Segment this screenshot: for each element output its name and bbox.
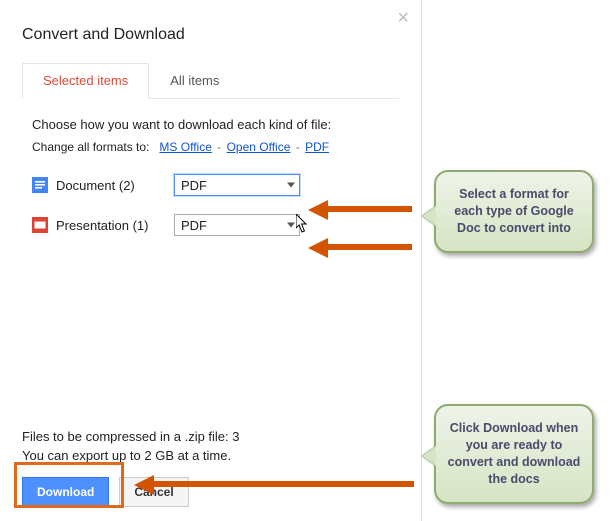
download-button[interactable]: Download <box>22 477 109 507</box>
quick-format-open-office[interactable]: Open Office <box>227 140 291 154</box>
filetype-row-presentation: Presentation (1) PDF <box>32 212 399 238</box>
dialog-footer: Files to be compressed in a .zip file: 3… <box>22 425 399 507</box>
annotation-callout-format: Select a format for each type of Google … <box>434 170 594 253</box>
format-select-value: PDF <box>181 178 207 193</box>
callout-tail-icon <box>422 446 436 466</box>
format-select-presentation[interactable]: PDF <box>174 214 300 236</box>
annotation-callout-download: Click Download when you are ready to con… <box>434 404 594 504</box>
convert-download-dialog: × Convert and Download Selected items Al… <box>0 0 422 521</box>
presentation-icon <box>32 217 48 233</box>
callout-tail-icon <box>422 206 436 226</box>
callout-text: Select a format for each type of Google … <box>454 187 573 235</box>
filetype-row-document: Document (2) PDF <box>32 172 399 198</box>
chevron-down-icon <box>287 223 295 228</box>
tabbar: Selected items All items <box>22 62 399 99</box>
instruction-text: Choose how you want to download each kin… <box>32 117 399 132</box>
separator: - <box>217 140 224 154</box>
format-select-document[interactable]: PDF <box>174 174 300 196</box>
compress-info: Files to be compressed in a .zip file: 3 <box>22 429 399 444</box>
filetype-label: Document (2) <box>56 178 174 193</box>
callout-text: Click Download when you are ready to con… <box>448 421 581 486</box>
filetype-label: Presentation (1) <box>56 218 174 233</box>
close-icon[interactable]: × <box>397 8 409 28</box>
dialog-title: Convert and Download <box>22 26 399 44</box>
change-prefix: Change all formats to: <box>32 140 149 154</box>
change-formats-line: Change all formats to: MS Office - Open … <box>32 140 399 154</box>
export-limit-info: You can export up to 2 GB at a time. <box>22 448 399 463</box>
cancel-button[interactable]: Cancel <box>119 477 188 507</box>
format-select-value: PDF <box>181 218 207 233</box>
tab-all-items[interactable]: All items <box>149 63 240 99</box>
quick-format-ms-office[interactable]: MS Office <box>159 140 211 154</box>
button-row: Download Cancel <box>22 477 399 507</box>
tab-selected-items[interactable]: Selected items <box>22 63 149 99</box>
chevron-down-icon <box>287 183 295 188</box>
separator: - <box>296 140 303 154</box>
document-icon <box>32 177 48 193</box>
quick-format-pdf[interactable]: PDF <box>305 140 329 154</box>
